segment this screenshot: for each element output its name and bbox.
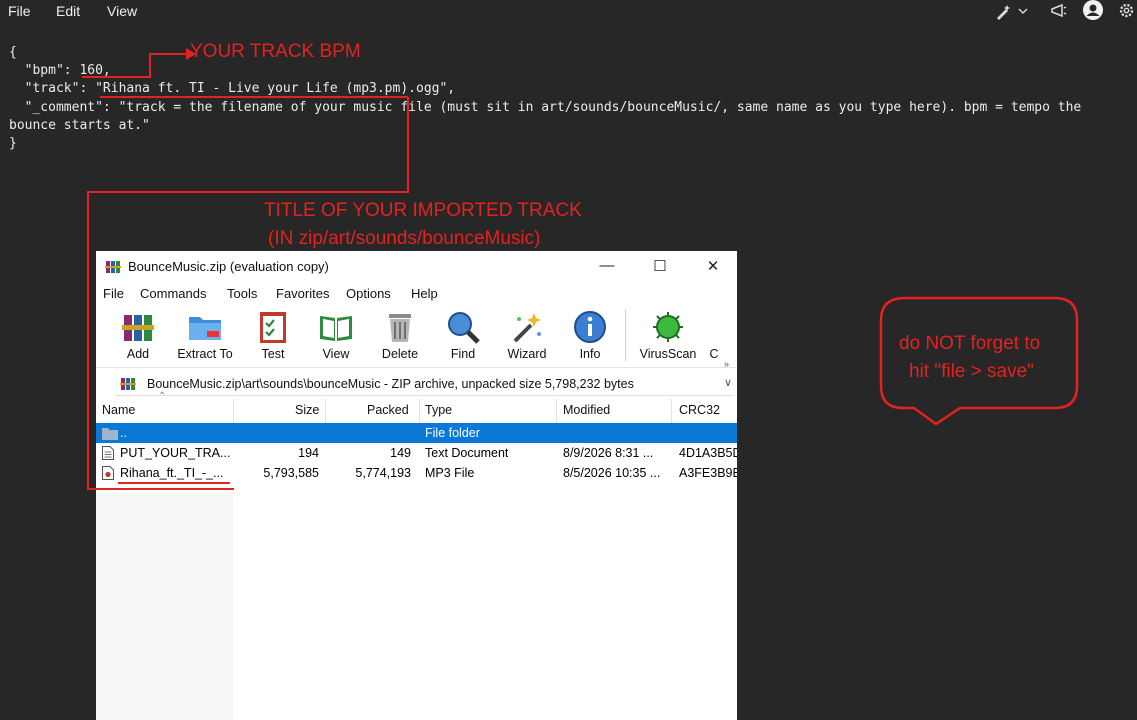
menu-view[interactable]: View <box>107 3 137 19</box>
audio-file-icon <box>102 466 114 480</box>
editor-menubar: File Edit View <box>0 0 1137 24</box>
menu-edit[interactable]: Edit <box>56 3 80 19</box>
winrar-menu-favorites[interactable]: Favorites <box>276 286 329 301</box>
address-bar[interactable]: BounceMusic.zip\art\sounds\bounceMusic -… <box>116 373 734 396</box>
archive-icon <box>120 378 136 390</box>
delete-button[interactable]: Delete <box>370 307 430 367</box>
winrar-menubar: File Commands Tools Favorites Options He… <box>96 283 737 305</box>
winrar-window: BounceMusic.zip (evaluation copy) — ☐ ✕ … <box>96 251 737 720</box>
test-checklist-icon <box>260 312 286 343</box>
delete-label: Delete <box>381 347 419 361</box>
megaphone-icon[interactable] <box>1050 2 1068 20</box>
col-divider[interactable] <box>419 399 420 423</box>
magic-wand-icon <box>513 313 541 343</box>
maximize-icon[interactable]: ☐ <box>649 257 671 275</box>
find-label: Find <box>450 347 476 361</box>
info-label: Info <box>579 347 601 361</box>
sort-arrow-icon: ⌃ <box>158 391 167 402</box>
col-size[interactable]: Size <box>295 403 319 417</box>
extract-to-button[interactable]: Extract To <box>175 307 235 367</box>
trash-icon <box>389 314 411 342</box>
view-book-icon <box>320 316 352 341</box>
track-path-annotation: (IN zip/art/sounds/bounceMusic) <box>268 228 541 249</box>
table-row[interactable]: PUT_YOUR_TRA... 194 149 Text Document 8/… <box>96 443 737 463</box>
magnifier-icon <box>448 312 480 344</box>
winrar-app-icon <box>105 261 121 273</box>
folder-icon <box>189 317 221 340</box>
chevron-down-icon[interactable] <box>1018 7 1028 15</box>
close-icon[interactable]: ✕ <box>702 257 724 275</box>
code-line: "_comment": "track = the filename of you… <box>9 99 1090 133</box>
col-packed[interactable]: Packed <box>367 403 409 417</box>
track-title-annotation: TITLE OF YOUR IMPORTED TRACK <box>264 200 582 221</box>
code-line: { <box>9 45 17 60</box>
winrar-menu-file[interactable]: File <box>103 286 124 301</box>
menu-file[interactable]: File <box>8 3 31 19</box>
folder-up-icon <box>102 428 118 440</box>
chevron-down-icon[interactable]: ∨ <box>724 376 732 389</box>
address-path: BounceMusic.zip\art\sounds\bounceMusic -… <box>147 377 634 391</box>
minimize-icon[interactable]: — <box>596 257 618 274</box>
code-line: } <box>9 136 17 152</box>
winrar-menu-commands[interactable]: Commands <box>140 286 206 301</box>
bpm-annotation: YOUR TRACK BPM <box>190 41 361 62</box>
test-label: Test <box>261 347 285 361</box>
add-button[interactable]: Add <box>108 307 168 367</box>
account-avatar-icon[interactable] <box>1083 0 1103 20</box>
wizard-label: Wizard <box>507 347 547 361</box>
code-line: "bpm": 160, <box>9 63 111 79</box>
text-document-icon <box>102 446 114 460</box>
find-button[interactable]: Find <box>433 307 493 367</box>
col-type[interactable]: Type <box>425 403 452 417</box>
wizard-button[interactable]: Wizard <box>497 307 557 367</box>
view-button[interactable]: View <box>306 307 366 367</box>
name-column-empty-area <box>96 493 233 720</box>
add-archive-icon <box>122 315 154 341</box>
comment-button[interactable]: C <box>702 307 726 367</box>
winrar-titlebar[interactable]: BounceMusic.zip (evaluation copy) — ☐ ✕ <box>96 251 737 283</box>
virusscan-label: VirusScan <box>639 347 697 361</box>
add-label: Add <box>126 347 150 361</box>
col-name[interactable]: Name <box>102 403 135 417</box>
table-row[interactable]: .. File folder <box>96 423 737 443</box>
comment-label: C <box>709 347 719 361</box>
winrar-menu-tools[interactable]: Tools <box>227 286 257 301</box>
copilot-pen-icon[interactable] <box>994 3 1012 21</box>
virusscan-button[interactable]: VirusScan <box>632 307 704 367</box>
save-reminder-line2: hit "file > save" <box>909 361 1034 382</box>
code-line: "track": "Rihana ft. TI - Live your Life… <box>9 81 456 97</box>
info-icon <box>574 311 606 343</box>
save-reminder-line1: do NOT forget to <box>899 333 1041 354</box>
editor-top-right-icons <box>990 0 1137 24</box>
virus-icon <box>653 312 683 342</box>
file-list-header: Name ⌃ Size Packed Type Modified CRC32 <box>96 391 737 424</box>
winrar-title: BounceMusic.zip (evaluation copy) <box>128 259 329 274</box>
col-divider[interactable] <box>556 399 557 423</box>
editor-text-area[interactable]: { "bpm": 160, "track": "Rihana ft. TI - … <box>9 44 1119 153</box>
toolbar-separator <box>625 309 626 361</box>
col-divider[interactable] <box>233 399 234 423</box>
settings-gear-icon[interactable] <box>1118 2 1135 19</box>
winrar-menu-help[interactable]: Help <box>411 286 438 301</box>
view-label: View <box>322 347 350 361</box>
extract-to-label: Extract To <box>177 347 233 361</box>
test-button[interactable]: Test <box>243 307 303 367</box>
col-divider[interactable] <box>325 399 326 423</box>
winrar-toolbar: Add Extract To Test View Delete Find Wiz… <box>96 305 737 369</box>
col-crc32[interactable]: CRC32 <box>679 403 720 417</box>
table-row[interactable]: Rihana_ft._TI_-_... 5,793,585 5,774,193 … <box>96 463 737 483</box>
winrar-menu-options[interactable]: Options <box>346 286 391 301</box>
toolbar-overflow-icon[interactable]: » <box>724 359 729 369</box>
col-modified[interactable]: Modified <box>563 403 610 417</box>
info-button[interactable]: Info <box>560 307 620 367</box>
col-divider[interactable] <box>671 399 672 423</box>
